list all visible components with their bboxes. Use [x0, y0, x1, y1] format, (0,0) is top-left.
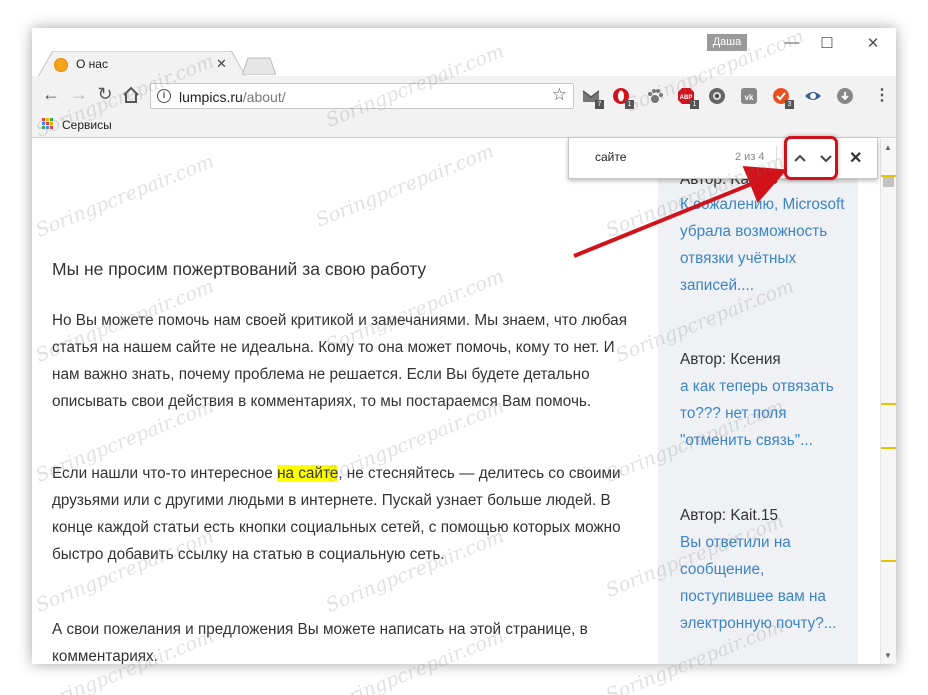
bookmark-star-icon[interactable]: ☆ — [552, 85, 567, 105]
screenshot-stage: О нас ✕ Даша — ☐ ✕ ← → ↻ i lumpics.ru/ab… — [0, 0, 928, 695]
find-match-marker — [881, 560, 896, 562]
forward-arrow-icon[interactable]: → — [68, 84, 90, 104]
comment-author: Автор: Ксения — [680, 351, 781, 368]
extension-badge: 3 — [785, 100, 794, 109]
vertical-scrollbar[interactable]: ▲ ▼ — [880, 139, 896, 664]
scroll-down-icon[interactable]: ▼ — [884, 651, 892, 660]
check-icon[interactable]: 3 — [772, 87, 794, 109]
gmail-icon[interactable]: 7 — [582, 87, 604, 109]
bookmarks-bar: Сервисы — [32, 114, 896, 138]
find-close-icon[interactable]: ✕ — [849, 148, 862, 168]
apps-bookmark-label[interactable]: Сервисы — [62, 118, 112, 132]
more-menu-icon[interactable]: ⋮ — [874, 85, 890, 105]
scroll-up-icon[interactable]: ▲ — [884, 143, 892, 152]
profile-name-badge[interactable]: Даша — [707, 34, 747, 51]
back-arrow-icon[interactable]: ← — [40, 84, 62, 104]
article-heading: Мы не просим пожертвований за свою работ… — [52, 259, 427, 279]
tab-close-icon[interactable]: ✕ — [216, 56, 227, 72]
reload-icon[interactable]: ↻ — [94, 84, 116, 104]
extension-badge: 1 — [690, 100, 699, 109]
close-window-button[interactable]: ✕ — [858, 34, 888, 52]
info-icon[interactable]: i — [157, 89, 171, 103]
maximize-button[interactable]: ☐ — [812, 34, 842, 52]
lumpics-favicon-icon — [54, 58, 68, 72]
find-match-marker — [881, 447, 896, 449]
eye-icon[interactable] — [804, 87, 822, 105]
title-bar: О нас ✕ Даша — ☐ ✕ — [32, 28, 896, 77]
download-cloud-icon[interactable] — [836, 87, 854, 105]
paragraph: Но Вы можете помочь нам своей критикой и… — [52, 312, 627, 410]
svg-text:vk: vk — [745, 93, 754, 102]
comment-author: Автор: Kait.15 — [680, 507, 778, 524]
comment-link[interactable]: а как теперь отвязать то??? нет поля "от… — [680, 373, 850, 454]
paragraph: Если нашли что-то интересное на сайте, н… — [52, 465, 621, 563]
annotation-arrow — [573, 166, 788, 258]
new-tab-button[interactable] — [242, 57, 276, 75]
extension-badge: 7 — [595, 100, 604, 109]
camera-icon[interactable] — [708, 87, 726, 105]
paragraph: А свои пожелания и предложения Вы можете… — [52, 621, 588, 664]
vk-icon[interactable]: vk — [740, 87, 758, 105]
find-match-marker — [881, 403, 896, 405]
tab-title: О нас — [76, 57, 108, 71]
comment-link[interactable]: Вы ответили на сообщение, поступившее ва… — [680, 529, 850, 637]
paw-icon[interactable] — [646, 87, 664, 105]
adblock-icon[interactable]: ABP 1 — [677, 87, 699, 109]
url-text: lumpics.ru/about/ — [179, 89, 286, 105]
extension-badge: 1 — [625, 100, 634, 109]
active-tab[interactable] — [38, 51, 246, 77]
minimize-button[interactable]: — — [777, 34, 807, 51]
apps-grid-icon[interactable] — [42, 118, 54, 130]
search-match-highlight: на сайте — [277, 465, 339, 482]
browser-toolbar: ← → ↻ i lumpics.ru/about/ ☆ 7 1 ABP 1 vk… — [32, 76, 896, 114]
opera-red-icon[interactable]: 1 — [612, 87, 634, 109]
address-bar[interactable]: i lumpics.ru/about/ ☆ — [150, 83, 574, 109]
home-icon[interactable] — [122, 86, 140, 104]
browser-window: О нас ✕ Даша — ☐ ✕ ← → ↻ i lumpics.ru/ab… — [32, 28, 896, 664]
scroll-thumb[interactable] — [883, 177, 894, 187]
